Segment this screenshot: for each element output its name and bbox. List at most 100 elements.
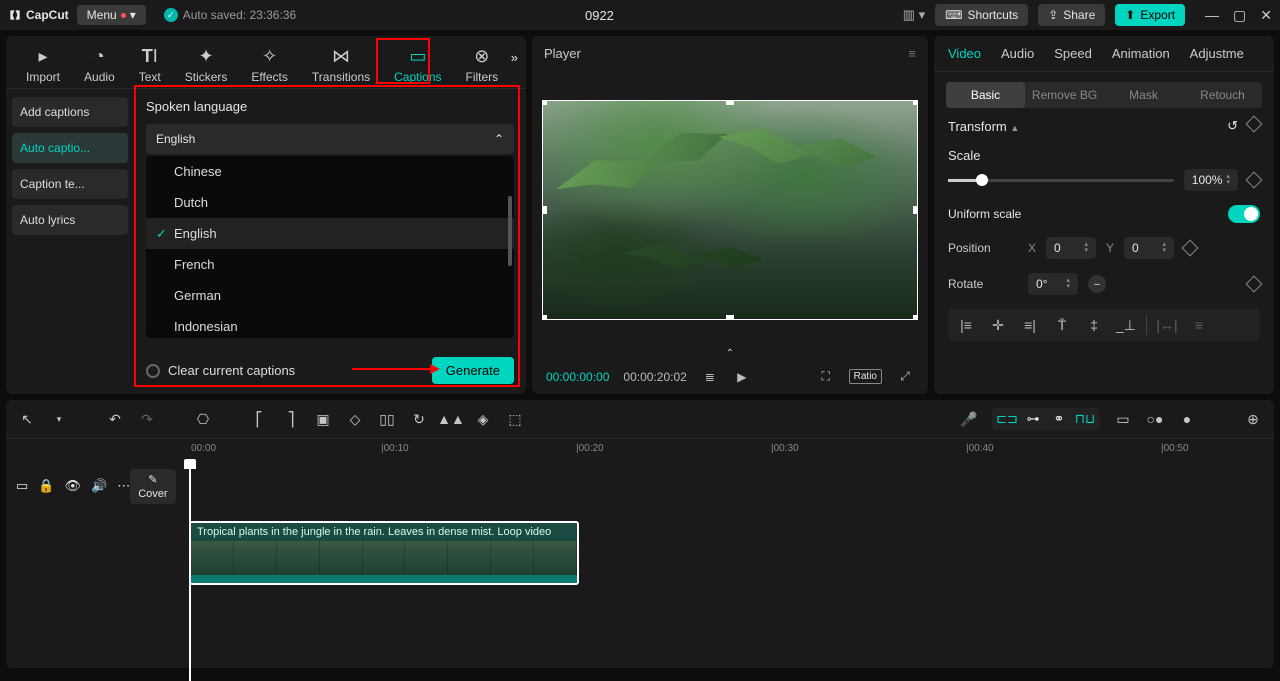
sidebar-auto-captions[interactable]: Auto captio... (12, 133, 128, 163)
redo-icon[interactable]: ↷ (138, 411, 156, 428)
rotate-dial-icon[interactable]: – (1088, 275, 1106, 293)
split-icon[interactable]: ⎔ (194, 411, 212, 428)
fullscreen-icon[interactable]: ⤢ (896, 369, 914, 384)
keyframe-icon[interactable] (1182, 240, 1199, 257)
magnet-snap-icon[interactable]: ⊓⊔ (1076, 411, 1094, 427)
align-left-icon[interactable]: |≡ (954, 315, 978, 335)
maximize-button[interactable]: ▢ (1233, 7, 1246, 24)
ratio-button[interactable]: Ratio (849, 369, 882, 384)
tab-speed[interactable]: Speed (1054, 46, 1092, 61)
trim-right-icon[interactable]: ⎤ (282, 411, 300, 428)
player-menu-icon[interactable]: ≡ (908, 46, 916, 61)
tab-transitions[interactable]: ⋈Transitions (300, 42, 382, 88)
reset-icon[interactable]: ↺ (1227, 118, 1238, 134)
position-x[interactable]: 0▴▾ (1046, 237, 1096, 259)
lang-option-french[interactable]: French (146, 249, 514, 280)
track-lock-icon[interactable]: 🔒 (38, 478, 54, 494)
magnet-chain-icon[interactable]: ⚭ (1050, 411, 1068, 427)
lang-option-dutch[interactable]: Dutch (146, 187, 514, 218)
undo-icon[interactable]: ↶ (106, 411, 124, 428)
keyframe-icon[interactable] (1246, 172, 1263, 189)
preview-icon[interactable]: ▭ (1114, 411, 1132, 428)
layout-icon[interactable]: ▥ ▾ (903, 7, 925, 23)
track-mute-icon[interactable]: 🔊 (91, 478, 107, 494)
close-button[interactable]: ✕ (1260, 7, 1272, 24)
uniform-scale-toggle[interactable] (1228, 205, 1260, 223)
minimize-button[interactable]: — (1205, 7, 1219, 24)
share-button[interactable]: ⇪Share (1038, 4, 1105, 26)
timeline-ruler[interactable]: 00:00 |00:10 |00:20 |00:30 |00:40 |00:50 (181, 439, 1274, 461)
lang-option-chinese[interactable]: Chinese (146, 156, 514, 187)
more-tabs-icon[interactable]: » (511, 50, 518, 65)
subtab-basic[interactable]: Basic (946, 82, 1025, 108)
clear-captions-toggle[interactable]: Clear current captions (146, 363, 295, 378)
tool-chevron-icon[interactable]: ▾ (50, 414, 68, 425)
rotate-icon[interactable]: ◈ (474, 411, 492, 428)
export-button[interactable]: ⬆Export (1115, 4, 1185, 26)
video-clip[interactable]: Tropical plants in the jungle in the rai… (189, 521, 579, 585)
record-icon[interactable]: ● (1178, 411, 1196, 427)
generate-button[interactable]: Generate (432, 357, 514, 384)
subtab-mask[interactable]: Mask (1104, 82, 1183, 108)
tab-audio[interactable]: ◔Audio (72, 42, 127, 88)
cover-button[interactable]: ✎ Cover (130, 469, 175, 504)
keyframe-icon[interactable] (1246, 116, 1263, 133)
rotate-value[interactable]: 0°▴▾ (1028, 273, 1078, 295)
zoom-timeline-icon[interactable]: ⊕ (1244, 411, 1262, 428)
position-y[interactable]: 0▴▾ (1124, 237, 1174, 259)
shortcuts-button[interactable]: ⌨Shortcuts (935, 4, 1028, 26)
align-top-icon[interactable]: T̄ (1050, 315, 1074, 335)
menu-button[interactable]: Menu▾ (77, 5, 146, 25)
lang-option-german[interactable]: German (146, 280, 514, 311)
crop2-icon[interactable]: ⬚ (506, 411, 524, 428)
tab-adjustment[interactable]: Adjustme (1190, 46, 1244, 61)
lang-option-english[interactable]: English (146, 218, 514, 249)
mirror-icon[interactable]: ▲▲ (442, 411, 460, 427)
scale-value[interactable]: 100%▴▾ (1184, 169, 1238, 191)
mic-icon[interactable]: 🎤 (960, 411, 978, 428)
subtab-retouch[interactable]: Retouch (1183, 82, 1262, 108)
align-right-icon[interactable]: ≡| (1018, 315, 1042, 335)
track-more-icon[interactable]: ⋯ (117, 478, 130, 494)
reverse-icon[interactable]: ↻ (410, 411, 428, 428)
magnet-main-icon[interactable]: ⊏⊐ (998, 411, 1016, 427)
sidebar-add-captions[interactable]: Add captions (12, 97, 128, 127)
scale-slider[interactable] (948, 179, 1174, 182)
freeze-icon[interactable]: ▯▯ (378, 411, 396, 428)
sidebar-auto-lyrics[interactable]: Auto lyrics (12, 205, 128, 235)
tab-animation[interactable]: Animation (1112, 46, 1170, 61)
scrollbar[interactable] (508, 196, 512, 266)
lang-option-indonesian[interactable]: Indonesian (146, 311, 514, 338)
distribute-h-icon[interactable]: |↔| (1155, 315, 1179, 335)
language-select[interactable]: English ⌃ (146, 124, 514, 154)
inspector-panel: Video Audio Speed Animation Adjustme Bas… (934, 36, 1274, 394)
distribute-v-icon[interactable]: ≡ (1187, 315, 1211, 335)
align-vcenter-icon[interactable]: ‡ (1082, 315, 1106, 335)
timeline-tracks[interactable]: Tropical plants in the jungle in the rai… (181, 461, 1274, 511)
video-preview[interactable] (542, 100, 918, 320)
tab-filters[interactable]: ⊗Filters (454, 42, 511, 88)
track-toggle-icon[interactable]: ▭ (16, 478, 28, 494)
tab-video[interactable]: Video (948, 46, 981, 61)
track-eye-icon[interactable]: 👁 (64, 478, 81, 494)
align-bottom-icon[interactable]: _⊥ (1114, 315, 1138, 335)
list-icon[interactable]: ≣ (701, 370, 719, 384)
marker-icon[interactable]: ◇ (346, 411, 364, 428)
trim-left-icon[interactable]: ⎡ (250, 411, 268, 428)
pointer-tool-icon[interactable]: ↖ (18, 411, 36, 428)
tab-captions[interactable]: ▭Captions (382, 42, 453, 88)
tab-stickers[interactable]: ✦Stickers (173, 42, 240, 88)
tab-import[interactable]: ▸Import (14, 42, 72, 88)
keyframe-icon[interactable] (1246, 276, 1263, 293)
magnet-link-icon[interactable]: ⊶ (1024, 411, 1042, 427)
tab-text[interactable]: TIText (127, 42, 173, 88)
align-hcenter-icon[interactable]: ✛ (986, 315, 1010, 335)
scale-fit-icon[interactable]: ⛶ (817, 369, 835, 384)
play-button[interactable]: ▶ (733, 370, 751, 384)
sidebar-caption-templates[interactable]: Caption te... (12, 169, 128, 199)
track-toggle-icon[interactable]: ○● (1146, 411, 1164, 427)
tab-audio[interactable]: Audio (1001, 46, 1034, 61)
subtab-removebg[interactable]: Remove BG (1025, 82, 1104, 108)
crop-icon[interactable]: ▣ (314, 411, 332, 428)
tab-effects[interactable]: ✧Effects (239, 42, 299, 88)
